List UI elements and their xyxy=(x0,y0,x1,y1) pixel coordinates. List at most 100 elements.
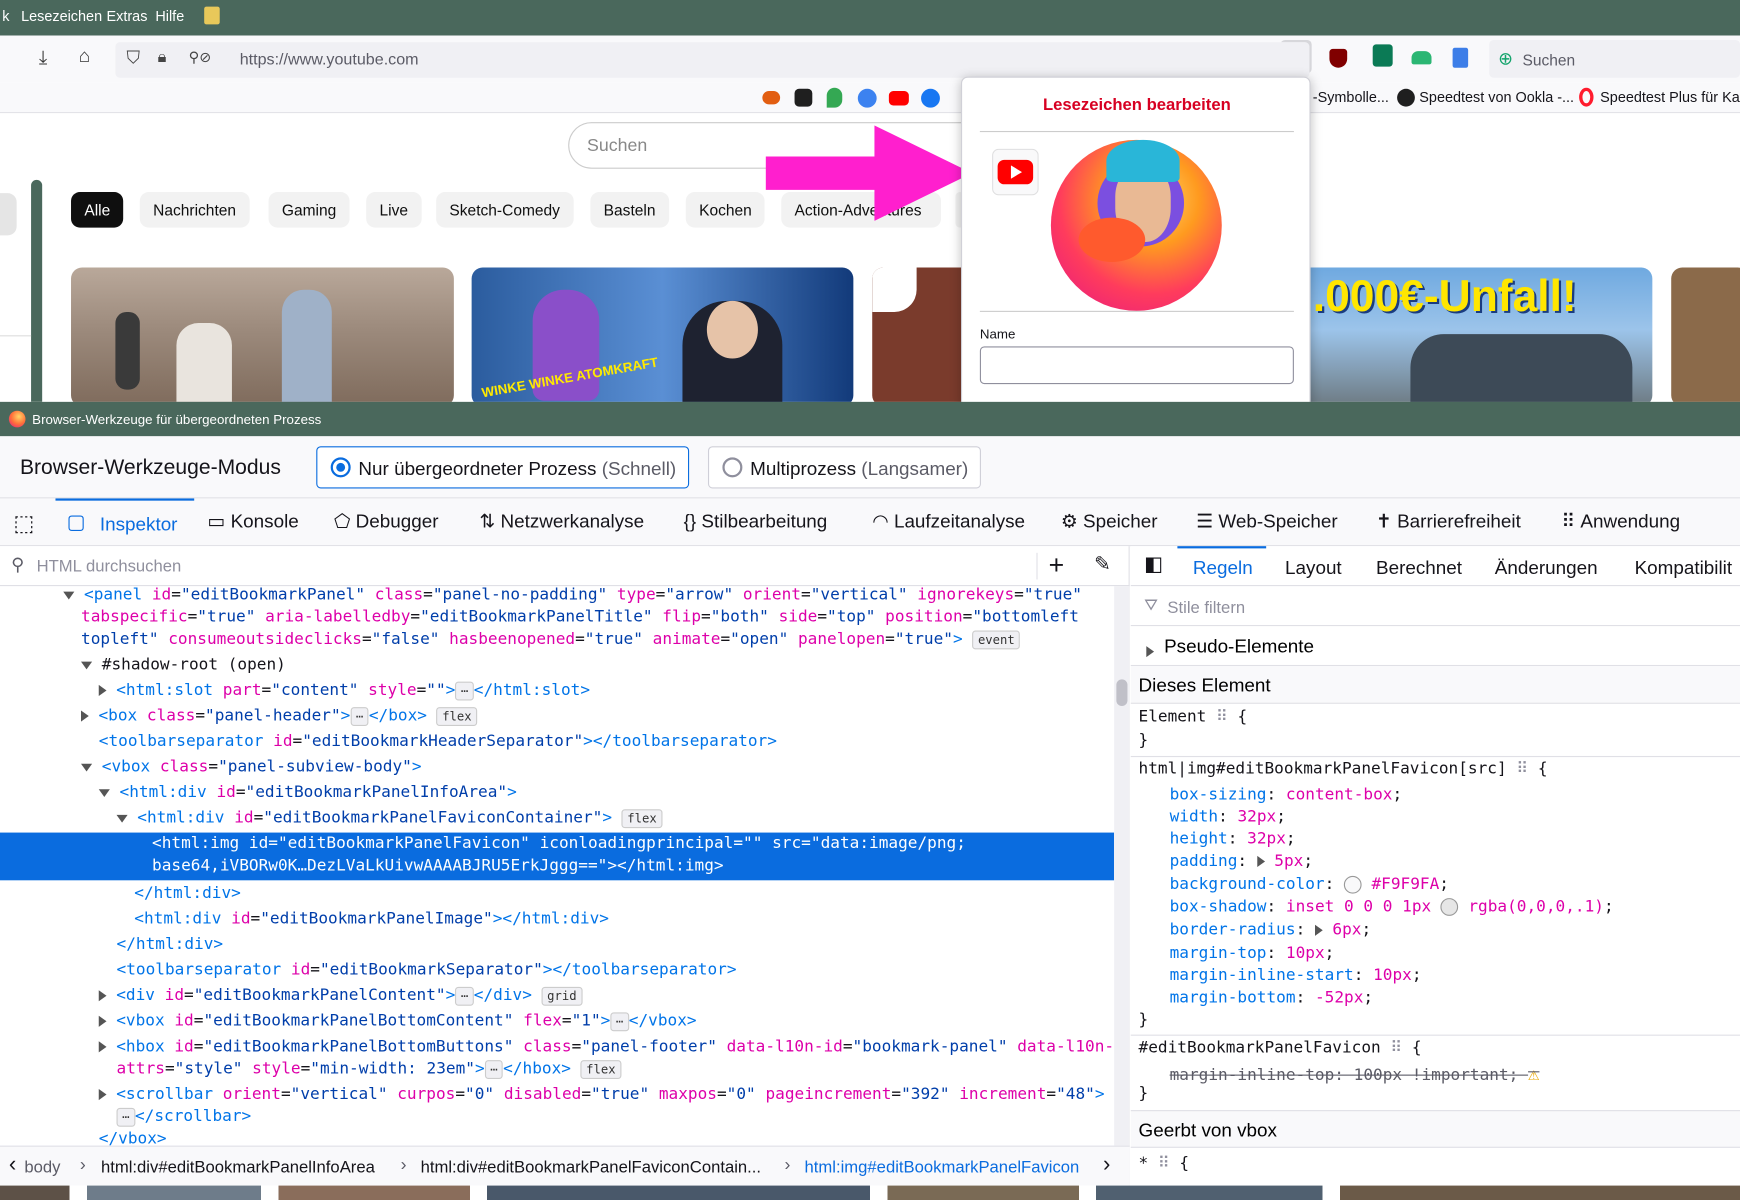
warning-icon[interactable]: ⚠ xyxy=(1528,1063,1539,1085)
markup-node[interactable]: <html:div id="editBookmarkPanelFaviconCo… xyxy=(116,809,663,831)
tab-debugger[interactable]: ⬠ Debugger xyxy=(334,511,439,533)
declaration[interactable]: height: 32px; xyxy=(1170,830,1296,848)
chip-sketch-comedy[interactable]: Sketch-Comedy xyxy=(436,192,574,228)
markup-node[interactable]: <toolbarseparator id="editBookmarkHeader… xyxy=(99,733,777,755)
markup-node[interactable]: <div id="editBookmarkPanelContent"> ⋯ </di… xyxy=(98,986,583,1009)
bookmark-speedtest-ookla[interactable]: Speedtest von Ookla -... xyxy=(1419,89,1574,106)
search-box[interactable]: ⊕ Suchen xyxy=(1489,39,1740,78)
color-swatch[interactable] xyxy=(1440,898,1459,916)
tab-accessibility[interactable]: ✝ Barrierefreiheit xyxy=(1376,511,1521,533)
declaration[interactable]: box-sizing: content-box; xyxy=(1170,786,1403,804)
download-icon[interactable]: ⤓ xyxy=(39,47,47,69)
declaration[interactable]: margin-inline-start: 10px; xyxy=(1170,967,1422,985)
markup-node[interactable]: ⋯ </scrollbar> xyxy=(116,1107,251,1130)
extension-s-icon[interactable] xyxy=(1372,44,1393,67)
breadcrumb-item-infoarea[interactable]: html:div#editBookmarkPanelInfoArea xyxy=(101,1158,375,1177)
tab-computed[interactable]: Berechnet xyxy=(1376,557,1462,579)
maps-icon[interactable] xyxy=(826,87,843,108)
markup-node[interactable]: <html:slot part="content" style=""> ⋯ </ht… xyxy=(98,681,590,704)
side-tab[interactable] xyxy=(0,193,17,236)
facebook-icon[interactable] xyxy=(921,88,940,108)
menu-item-bookmarks[interactable]: Lesezeichen xyxy=(21,8,102,25)
video-thumbnail-3[interactable] xyxy=(872,267,962,402)
markup-node[interactable]: <box class="panel-header"> ⋯ </box> flex xyxy=(81,707,478,729)
add-node-icon[interactable]: + xyxy=(1049,551,1065,582)
video-thumbnail-1[interactable] xyxy=(71,267,454,402)
declaration[interactable]: margin-bottom: -52px; xyxy=(1170,989,1373,1007)
markup-node[interactable]: <vbox class="panel-subview-body"> xyxy=(81,758,422,780)
breadcrumb-item-faviconcontainer[interactable]: html:div#editBookmarkPanelFaviconContain… xyxy=(421,1158,761,1177)
declaration[interactable]: margin-top: 10px; xyxy=(1170,945,1335,963)
name-input[interactable] xyxy=(979,346,1294,385)
tab-layout[interactable]: Layout xyxy=(1285,557,1342,579)
pseudo-elements-header[interactable]: Pseudo-Elemente xyxy=(1130,626,1740,667)
declaration[interactable]: width: 32px; xyxy=(1170,808,1286,826)
chevron-right-icon[interactable]: › xyxy=(1103,1152,1110,1178)
markup-node[interactable]: </html:div> xyxy=(117,936,224,958)
ublock-icon[interactable] xyxy=(1329,48,1348,68)
chip-crafts[interactable]: Basteln xyxy=(590,192,669,228)
youtube-bookmark-icon[interactable] xyxy=(888,91,909,106)
declaration[interactable]: box-shadow: inset 0 0 0 1px rgba(0,0,0,.… xyxy=(1170,898,1614,916)
markup-scrollbar[interactable] xyxy=(1114,586,1130,1146)
grid-icon[interactable]: ⠿ xyxy=(1516,760,1528,778)
url-text[interactable]: https://www.youtube.com xyxy=(240,51,419,69)
markup-node[interactable]: <vbox id="editBookmarkPanelBottomContent… xyxy=(98,1012,697,1034)
markup-node[interactable]: <hbox id="editBookmarkPanelBottomButtons… xyxy=(98,1038,1114,1060)
edge-icon[interactable] xyxy=(857,88,877,108)
overridden-declaration[interactable]: margin-inline-top: 100px !important; ⚠ xyxy=(1170,1063,1540,1085)
markup-node[interactable]: <scrollbar orient="vertical" curpos="0" … xyxy=(98,1086,1105,1108)
breadcrumb-item-favicon[interactable]: html:img#editBookmarkPanelFavicon xyxy=(805,1158,1080,1177)
menu-item-help[interactable]: Hilfe xyxy=(155,8,184,25)
markup-node[interactable]: <html:div id="editBookmarkPanelImage"></… xyxy=(134,910,609,932)
tab-rules[interactable]: Regeln xyxy=(1177,546,1267,586)
markup-node[interactable]: tabspecific="true" aria-labelledby="edit… xyxy=(81,608,1079,630)
markup-node[interactable]: #shadow-root (open) xyxy=(81,656,286,678)
tab-application[interactable]: ⠿ Anwendung xyxy=(1561,511,1680,533)
tab-console[interactable]: ▭ Konsole xyxy=(208,511,299,533)
scrollbar-thumb[interactable] xyxy=(1116,679,1128,707)
markup-node[interactable]: </html:div> xyxy=(134,885,241,907)
color-swatch[interactable] xyxy=(1344,875,1362,894)
whatsapp-icon[interactable] xyxy=(794,88,813,107)
tab-style-editor[interactable]: {} Stilbearbeitung xyxy=(684,511,828,533)
url-bar[interactable]: ⛉ 🔒︎ ⚲⊘ https://www.youtube.com xyxy=(115,42,1310,78)
bookmark-favicon-1[interactable] xyxy=(762,91,781,105)
video-thumbnail-5[interactable] xyxy=(1671,267,1740,402)
bookmark-symbolleiste[interactable]: -Symbolle... xyxy=(1313,89,1389,106)
tab-changes[interactable]: Änderungen xyxy=(1495,557,1598,579)
note-icon[interactable] xyxy=(204,6,220,25)
html-search-input[interactable]: HTML durchsuchen xyxy=(37,557,182,576)
bookmark-speedtest-plus[interactable]: Speedtest Plus für Kab... xyxy=(1600,89,1740,106)
tab-storage[interactable]: ☰ Web-Speicher xyxy=(1196,511,1337,533)
style-filter-input[interactable]: Stile filtern xyxy=(1167,598,1245,617)
declaration[interactable]: padding: 5px; xyxy=(1170,853,1313,871)
tab-inspector[interactable]: ▢ Inspektor xyxy=(55,498,195,546)
markup-node-selected[interactable]: base64,iVBORw0K…DezLVaLkUivwAAAABJRU5Erk… xyxy=(152,857,724,879)
declaration[interactable]: background-color: #F9F9FA; xyxy=(1170,875,1449,894)
menu-item-file[interactable]: k xyxy=(2,8,9,25)
markup-node[interactable]: <html:div id="editBookmarkPanelInfoArea"… xyxy=(98,784,517,806)
tab-compatibility[interactable]: Kompatibilit xyxy=(1635,557,1733,579)
extension-speed-icon[interactable] xyxy=(1411,51,1432,65)
grid-icon[interactable]: ⠿ xyxy=(1216,708,1228,726)
chip-live[interactable]: Live xyxy=(366,192,422,228)
chip-gaming[interactable]: Gaming xyxy=(268,192,350,228)
radio-unchecked[interactable] xyxy=(722,457,743,478)
eyedropper-icon[interactable]: ✎ xyxy=(1094,553,1111,576)
element-picker-icon[interactable]: ⬚ xyxy=(13,510,34,538)
markup-node[interactable]: <toolbarseparator id="editBookmarkSepara… xyxy=(117,961,737,983)
declaration[interactable]: border-radius: 6px; xyxy=(1170,921,1372,939)
radio-checked[interactable] xyxy=(330,457,351,478)
breadcrumb-item-body[interactable]: body xyxy=(24,1158,60,1177)
grid-icon[interactable]: ⠿ xyxy=(1158,1155,1170,1173)
shield-icon[interactable]: ⛉ xyxy=(127,49,140,69)
mode-parent-option[interactable]: Nur übergeordneter Prozess (Schnell) xyxy=(316,446,690,489)
chip-news[interactable]: Nachrichten xyxy=(139,192,250,228)
toggle-pane-icon[interactable]: ◧ xyxy=(1144,553,1163,576)
chip-all[interactable]: Alle xyxy=(71,192,124,228)
video-thumbnail-2[interactable]: WINKE WINKE ATOMKRAFT xyxy=(471,267,854,402)
extension-doc-icon[interactable] xyxy=(1452,47,1469,68)
markup-node[interactable]: topleft" consumeoutsideclicks="false" ha… xyxy=(81,630,1021,653)
markup-node-selected[interactable]: <html:img id="editBookmarkPanelFavicon" … xyxy=(152,835,966,857)
